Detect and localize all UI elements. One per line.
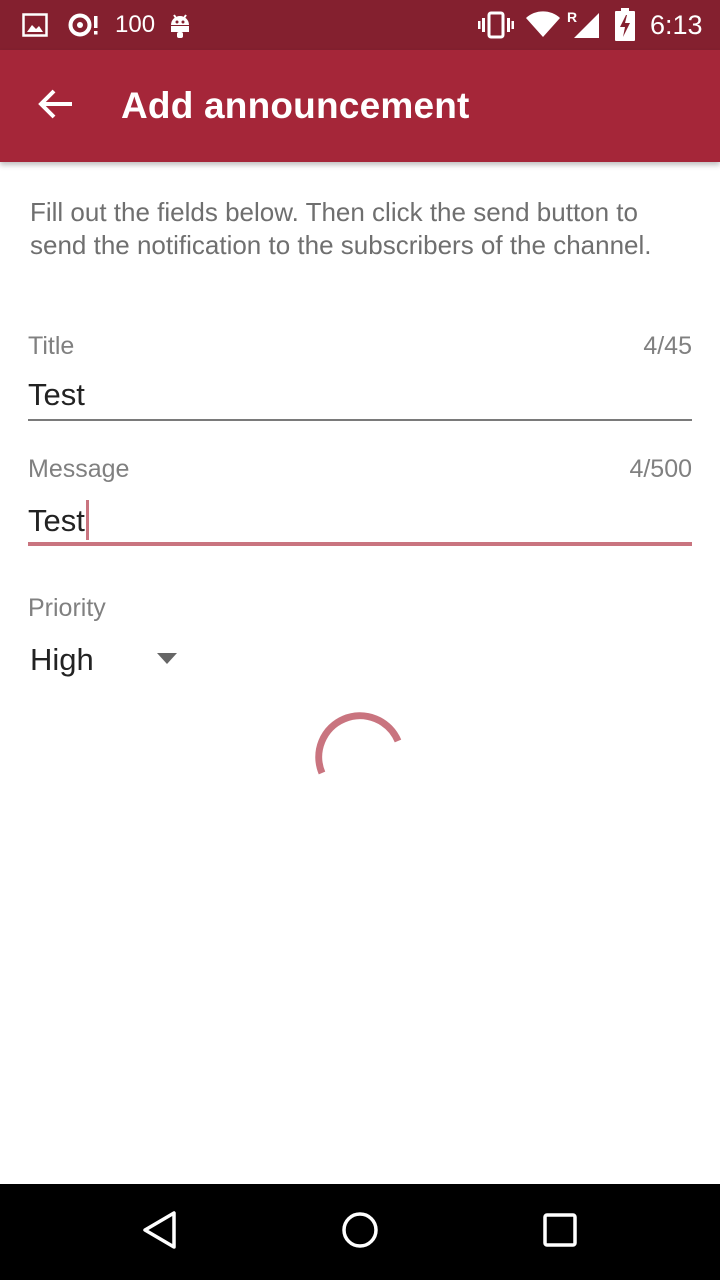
battery-charging-icon [614, 0, 636, 50]
nav-home-button[interactable] [330, 1202, 390, 1262]
notification-count: 100 [115, 11, 156, 38]
message-counter: 4/500 [629, 455, 692, 483]
message-input[interactable]: Test [28, 500, 89, 540]
sync-alert-icon [67, 0, 101, 50]
image-icon [22, 0, 48, 50]
vibrate-icon [478, 0, 514, 50]
dropdown-arrow-icon [157, 652, 177, 670]
recents-square-icon [540, 1210, 580, 1255]
loading-spinner [310, 708, 410, 813]
page-title: Add announcement [121, 85, 470, 126]
priority-label: Priority [28, 594, 106, 622]
home-circle-icon [340, 1210, 380, 1255]
message-input-text: Test [28, 503, 85, 538]
signal-icon [572, 0, 600, 50]
title-label: Title [28, 332, 75, 360]
navigation-bar [0, 1184, 720, 1280]
message-label: Message [28, 455, 130, 483]
arrow-left-icon [38, 88, 74, 125]
android-icon [168, 0, 192, 50]
text-cursor [85, 500, 89, 540]
title-counter: 4/45 [643, 332, 692, 360]
status-bar: 100 R 6:13 [0, 0, 720, 50]
app-bar: Add announcement [0, 50, 720, 162]
title-underline [28, 419, 692, 421]
title-input[interactable]: Test [28, 377, 85, 413]
priority-dropdown[interactable]: High [18, 630, 198, 690]
wifi-icon [525, 0, 561, 50]
message-underline [28, 542, 692, 546]
back-button[interactable] [20, 70, 92, 142]
back-triangle-icon [140, 1210, 180, 1255]
instructions-text: Fill out the fields below. Then click th… [30, 197, 652, 260]
nav-back-button[interactable] [130, 1202, 190, 1262]
priority-selected-value: High [30, 642, 94, 677]
nav-recents-button[interactable] [530, 1202, 590, 1262]
clock: 6:13 [650, 9, 703, 40]
